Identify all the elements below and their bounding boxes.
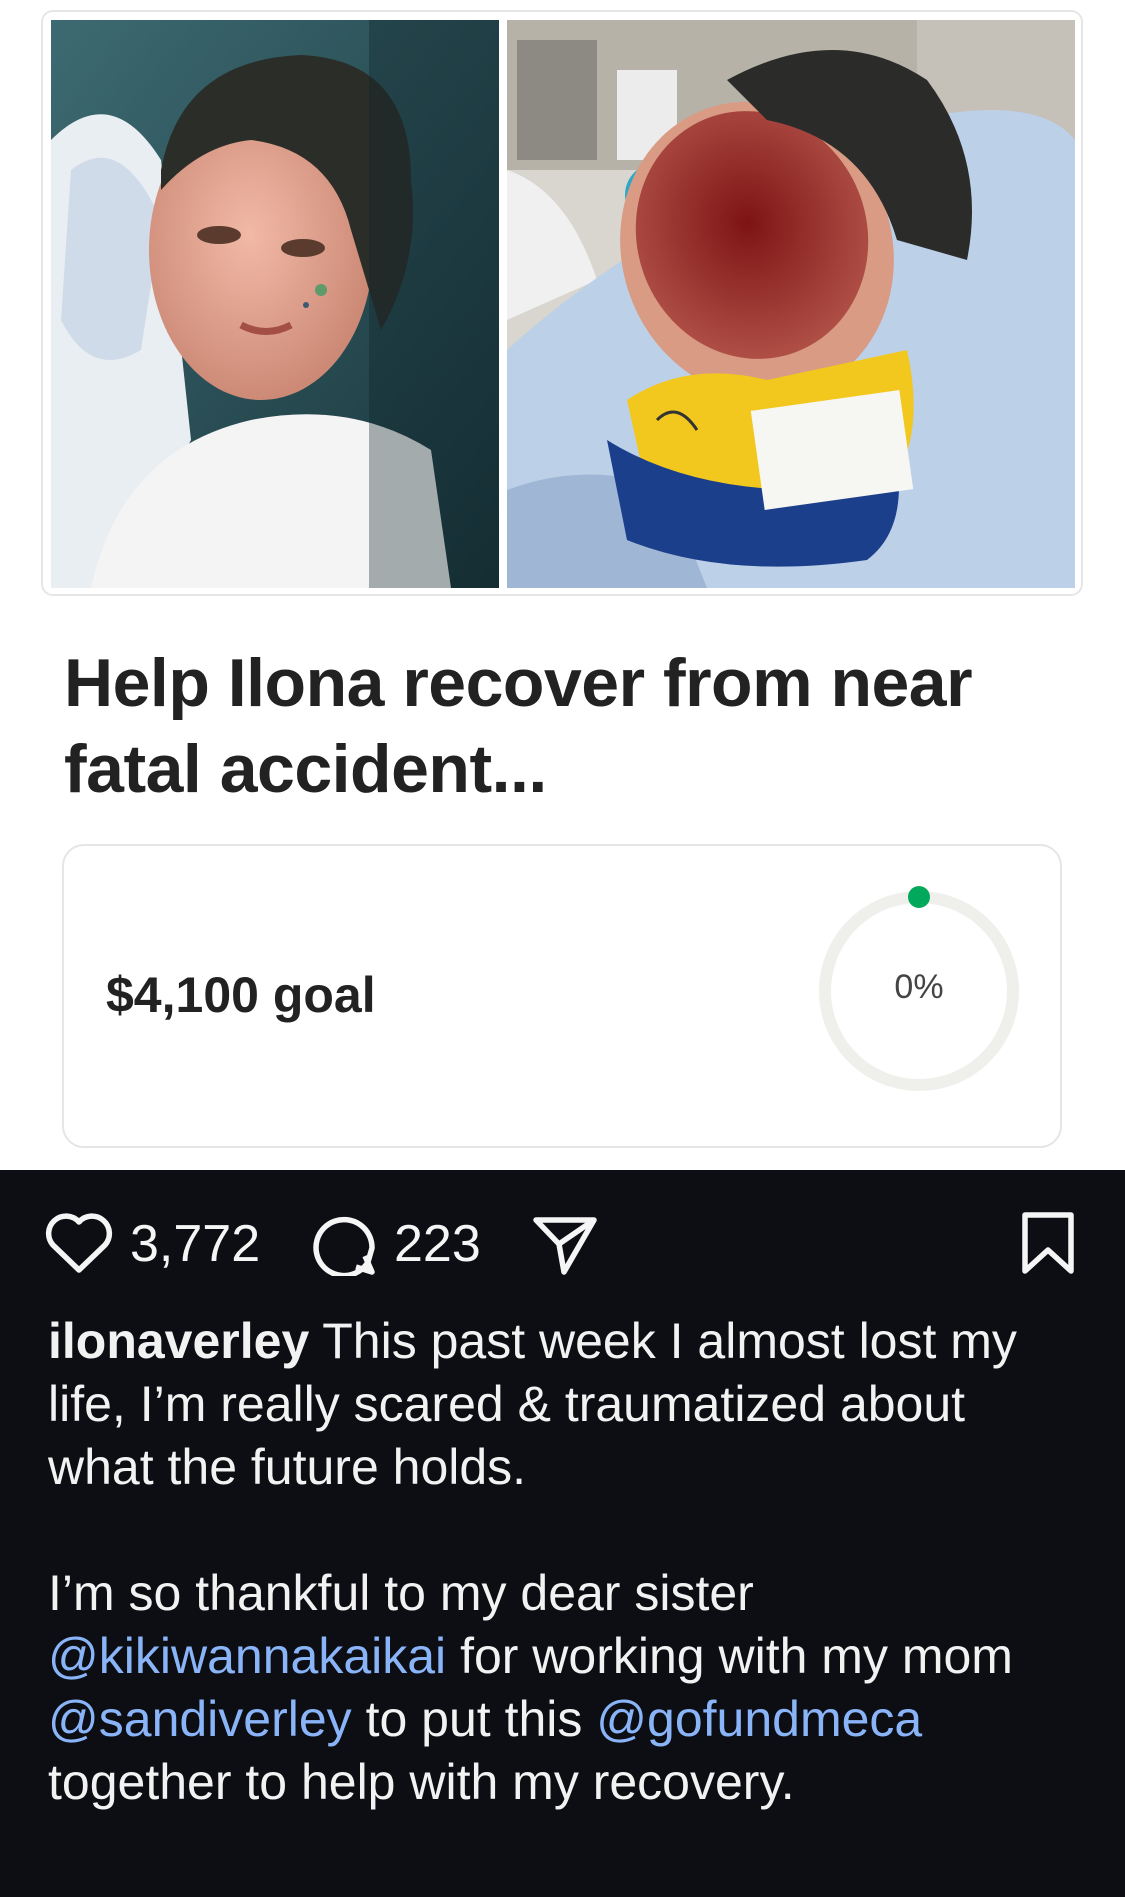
progress-percent: 0%: [894, 968, 944, 1006]
caption-paragraph-1: ilonaverley This past week I almost lost…: [48, 1310, 1078, 1499]
comment-icon[interactable]: [310, 1210, 376, 1276]
paper-plane-icon[interactable]: [532, 1214, 598, 1276]
campaign-image-frame[interactable]: [41, 10, 1083, 596]
post-actions-bar: 3,772 223: [0, 1170, 1125, 1310]
goal-amount: $4,100 goal: [106, 967, 376, 1023]
caption-text: together to help with my recovery.: [48, 1754, 795, 1810]
caption-text: I’m so thankful to my dear sister: [48, 1565, 754, 1621]
campaign-title[interactable]: Help Ilona recover from near fatal accid…: [64, 640, 1024, 812]
goal-card[interactable]: $4,100 goal 0%: [62, 844, 1062, 1148]
like-count[interactable]: 3,772: [130, 1214, 260, 1274]
campaign-photo-before: [51, 20, 499, 588]
caption-text: to put this: [365, 1691, 583, 1747]
post-caption: ilonaverley This past week I almost lost…: [48, 1310, 1078, 1814]
caption-paragraph-2: I’m so thankful to my dear sister @kikiw…: [48, 1562, 1078, 1814]
progress-indicator-dot: [908, 886, 930, 908]
caption-text: for working with my mom: [460, 1628, 1013, 1684]
bookmark-icon[interactable]: [1020, 1210, 1076, 1276]
comment-count[interactable]: 223: [394, 1214, 481, 1274]
mention-link[interactable]: @sandiverley: [48, 1691, 352, 1747]
mention-link[interactable]: @kikiwannakaikai: [48, 1628, 446, 1684]
campaign-photo-after: [507, 20, 1075, 588]
caption-username[interactable]: ilonaverley: [48, 1313, 309, 1369]
post-footer: 3,772 223 ilonaverley This past week I a…: [0, 1170, 1125, 1897]
heart-icon[interactable]: [44, 1212, 114, 1276]
mention-link[interactable]: @gofundmeca: [596, 1691, 922, 1747]
